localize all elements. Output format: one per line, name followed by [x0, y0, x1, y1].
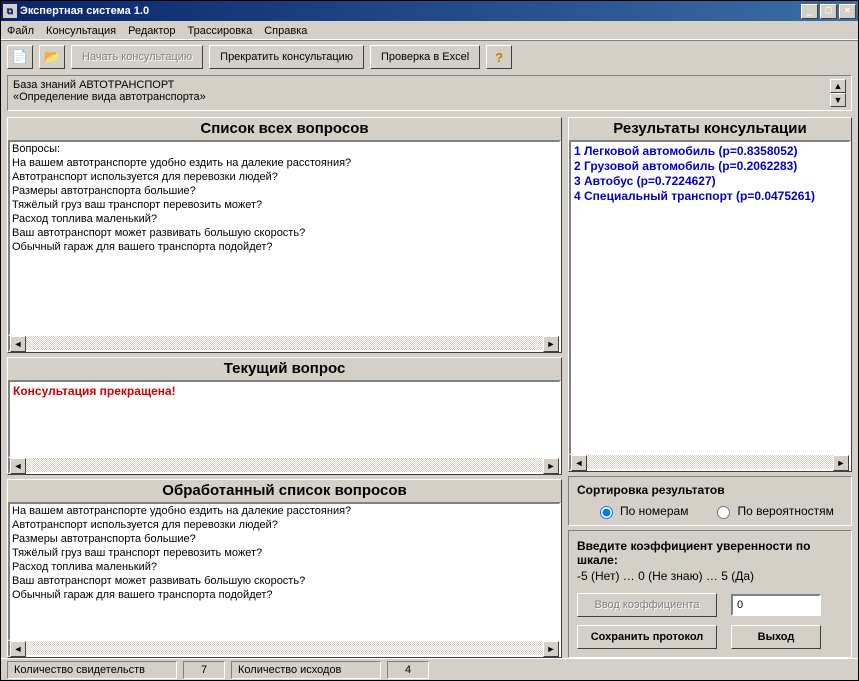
coef-input[interactable]	[731, 594, 821, 616]
statusbar: Количество свидетельств 7 Количество исх…	[1, 658, 858, 680]
result-item[interactable]: 4 Специальный транспорт (p=0.0475261)	[571, 189, 849, 204]
scroll-left-icon[interactable]: ◄	[571, 455, 587, 471]
kb-info-panel: База знаний АВТОТРАНСПОРТ «Определение в…	[7, 75, 852, 111]
evidence-label: Количество свидетельств	[7, 661, 177, 679]
current-panel: Текущий вопрос Консультация прекращена! …	[7, 357, 562, 475]
info-scroll-down[interactable]: ▼	[830, 93, 846, 107]
menu-editor[interactable]: Редактор	[128, 25, 175, 37]
menubar: Файл Консультация Редактор Трассировка С…	[1, 21, 858, 41]
outcome-value: 4	[387, 661, 429, 679]
processed-panel: Обработанный список вопросов На вашем ав…	[7, 479, 562, 658]
list-item: Тяжёлый груз ваш транспорт перевозить мо…	[12, 199, 262, 211]
processed-hscroll[interactable]: ◄ ►	[8, 641, 561, 657]
titlebar: ⧉ Экспертная система 1.0 _ □ ×	[1, 1, 858, 21]
questions-title: Список всех вопросов	[8, 118, 561, 140]
toolbar: 📄 📂 Начать консультацию Прекратить консу…	[1, 41, 858, 73]
list-item: Обычный гараж для вашего транспорта подо…	[12, 589, 273, 601]
questions-hscroll[interactable]: ◄ ►	[8, 336, 561, 352]
coef-prompt: Введите коэффициент уверенности по шкале…	[577, 539, 843, 567]
stop-consult-button[interactable]: Прекратить консультацию	[209, 45, 364, 69]
coef-scale: -5 (Нет) … 0 (Не знаю) … 5 (Да)	[577, 569, 843, 583]
result-item[interactable]: 1 Легковой автомобиль (p=0.8358052)	[571, 144, 849, 159]
menu-consult[interactable]: Консультация	[46, 25, 116, 37]
current-title: Текущий вопрос	[8, 358, 561, 380]
menu-help[interactable]: Справка	[264, 25, 307, 37]
list-item: Расход топлива маленький?	[12, 561, 157, 573]
scroll-right-icon[interactable]: ►	[833, 455, 849, 471]
results-panel: Результаты консультации 1 Легковой автом…	[568, 117, 852, 472]
scroll-left-icon[interactable]: ◄	[10, 641, 26, 657]
list-item: Ваш автотранспорт может развивать большу…	[12, 575, 305, 587]
main-area: Список всех вопросов Вопросы: На вашем а…	[1, 117, 858, 658]
exit-button[interactable]: Выход	[731, 625, 821, 649]
sort-by-prob[interactable]: По вероятностям	[712, 503, 833, 519]
sort-by-number-radio[interactable]	[600, 506, 613, 519]
start-consult-button[interactable]: Начать консультацию	[71, 45, 203, 69]
enter-coef-button[interactable]: Ввод коэффициента	[577, 593, 717, 617]
questions-panel: Список всех вопросов Вопросы: На вашем а…	[7, 117, 562, 353]
kb-description: «Определение вида автотранспорта»	[13, 91, 206, 103]
scroll-right-icon[interactable]: ►	[543, 641, 559, 657]
sort-panel: Сортировка результатов По номерам По вер…	[568, 476, 852, 526]
list-item: Ваш автотранспорт может развивать большу…	[12, 227, 305, 239]
results-hscroll[interactable]: ◄ ►	[569, 455, 851, 471]
open-icon[interactable]: 📂	[39, 45, 65, 69]
menu-trace[interactable]: Трассировка	[188, 25, 253, 37]
save-protocol-button[interactable]: Сохранить протокол	[577, 625, 717, 649]
list-item: Тяжёлый груз ваш транспорт перевозить мо…	[12, 547, 262, 559]
list-item: Размеры автотранспорта большие?	[12, 533, 196, 545]
kb-name: База знаний АВТОТРАНСПОРТ	[13, 79, 206, 91]
minimize-button[interactable]: _	[801, 4, 818, 19]
close-button[interactable]: ×	[839, 4, 856, 19]
scroll-left-icon[interactable]: ◄	[10, 336, 26, 352]
list-item: Расход топлива маленький?	[12, 213, 157, 225]
current-hscroll[interactable]: ◄ ►	[8, 458, 561, 474]
menu-file[interactable]: Файл	[7, 25, 34, 37]
sort-by-number[interactable]: По номерам	[595, 503, 688, 519]
info-scroll-up[interactable]: ▲	[830, 79, 846, 93]
maximize-button[interactable]: □	[820, 4, 837, 19]
result-item[interactable]: 3 Автобус (p=0.7224627)	[571, 174, 849, 189]
sort-title: Сортировка результатов	[577, 483, 843, 497]
evidence-value: 7	[183, 661, 225, 679]
sort-by-prob-radio[interactable]	[717, 506, 730, 519]
scroll-right-icon[interactable]: ►	[543, 458, 559, 474]
result-item[interactable]: 2 Грузовой автомобиль (p=0.2062283)	[571, 159, 849, 174]
window-title: Экспертная система 1.0	[20, 5, 801, 17]
help-icon[interactable]: ?	[486, 45, 512, 69]
results-list[interactable]: 1 Легковой автомобиль (p=0.8358052) 2 Гр…	[571, 144, 849, 204]
processed-title: Обработанный список вопросов	[8, 480, 561, 502]
coef-panel: Введите коэффициент уверенности по шкале…	[568, 530, 852, 658]
list-item: Автотранспорт используется для перевозки…	[12, 171, 278, 183]
current-message: Консультация прекращена!	[10, 382, 559, 400]
list-item: Обычный гараж для вашего транспорта подо…	[12, 241, 273, 253]
list-item: Автотранспорт используется для перевозки…	[12, 519, 278, 531]
processed-list[interactable]: На вашем автотранспорте удобно ездить на…	[10, 504, 559, 602]
outcome-label: Количество исходов	[231, 661, 381, 679]
scroll-right-icon[interactable]: ►	[543, 336, 559, 352]
check-excel-button[interactable]: Проверка в Excel	[370, 45, 480, 69]
list-item: На вашем автотранспорте удобно ездить на…	[12, 505, 351, 517]
questions-list[interactable]: Вопросы: На вашем автотранспорте удобно …	[10, 142, 559, 254]
list-item: Размеры автотранспорта большие?	[12, 185, 196, 197]
main-window: ⧉ Экспертная система 1.0 _ □ × Файл Конс…	[0, 0, 859, 681]
scroll-left-icon[interactable]: ◄	[10, 458, 26, 474]
new-icon[interactable]: 📄	[7, 45, 33, 69]
list-item: На вашем автотранспорте удобно ездить на…	[12, 157, 351, 169]
app-icon: ⧉	[3, 4, 17, 18]
results-title: Результаты консультации	[569, 118, 851, 140]
